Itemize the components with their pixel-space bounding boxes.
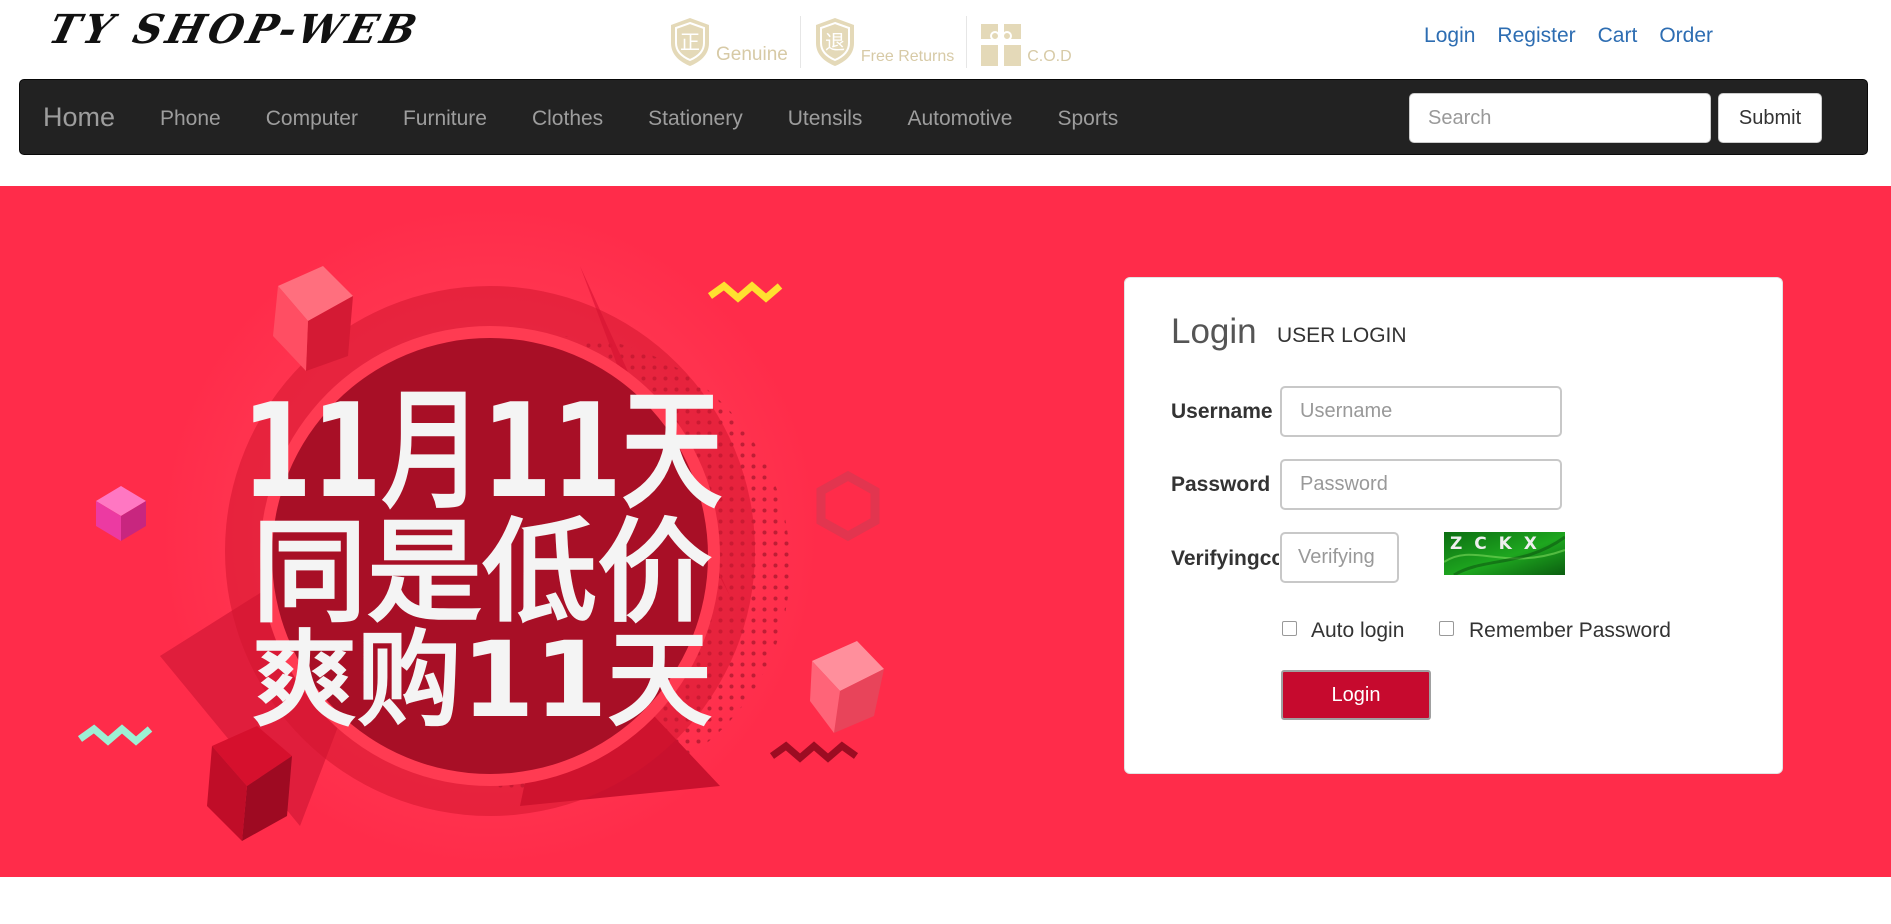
remember-password-checkbox[interactable] [1439,621,1454,636]
login-link[interactable]: Login [1424,24,1475,48]
promo-headline: 11月11天 同是低价 爽购11天 [242,375,722,741]
nav-item-stationery[interactable]: Stationery [648,107,743,131]
nav-home[interactable]: Home [43,102,115,133]
decor-hexagon [816,470,880,542]
badge-free-returns-label: Free Returns [860,48,955,65]
nav-item-automotive[interactable]: Automotive [907,107,1012,131]
password-label: Password [1171,473,1271,496]
genuine-shield-icon: 正 [671,18,709,66]
svg-text:正: 正 [680,30,700,54]
auto-login-label: Auto login [1311,619,1405,642]
decor-zigzag-mint [77,724,153,746]
service-badges: 正 Genuine 退 Free Returns C.O.D [656,16,1084,68]
verify-code-input[interactable] [1280,532,1399,583]
login-button[interactable]: Login [1281,670,1431,720]
nav-item-utensils[interactable]: Utensils [788,107,863,131]
nav-item-clothes[interactable]: Clothes [532,107,603,131]
password-input[interactable] [1280,459,1562,510]
search-input[interactable] [1409,93,1711,143]
cart-link[interactable]: Cart [1598,24,1638,48]
register-link[interactable]: Register [1497,24,1575,48]
svg-text:Z C K X: Z C K X [1450,534,1540,554]
decor-zigzag-yellow [707,281,783,303]
badge-cod: C.O.D [966,16,1083,68]
username-input[interactable] [1280,386,1562,437]
headline-line-1: 11月11天 [242,375,722,527]
badge-genuine-label: Genuine [716,44,788,65]
headline-line-3: 爽购11天 [252,619,712,741]
remember-password-label: Remember Password [1469,619,1671,642]
order-link[interactable]: Order [1659,24,1713,48]
nav-item-computer[interactable]: Computer [266,107,358,131]
captcha-image[interactable]: Z C K X [1444,532,1565,575]
nav-item-sports[interactable]: Sports [1058,107,1119,131]
promo-artwork: 11月11天 同是低价 爽购11天 [77,206,884,866]
decor-cube [810,641,884,733]
decor-cube [96,486,146,541]
badge-cod-label: C.O.D [1027,48,1072,65]
auto-login-checkbox[interactable] [1282,621,1297,636]
top-links: Login Register Cart Order [1424,24,1713,48]
gift-icon [981,24,1022,66]
nav-item-furniture[interactable]: Furniture [403,107,487,131]
decor-zigzag-dark [769,741,859,763]
category-nav: Phone Computer Furniture Clothes Station… [160,107,1163,131]
svg-text:退: 退 [825,30,845,54]
returns-shield-icon: 退 [815,18,854,66]
nav-item-phone[interactable]: Phone [160,107,221,131]
login-subtitle: USER LOGIN [1277,324,1407,347]
search-submit-button[interactable]: Submit [1718,93,1822,143]
verify-code-label: Verifyingcode [1171,547,1279,570]
login-title: Login [1171,312,1257,351]
badge-genuine: 正 Genuine [656,16,800,68]
login-panel: Login USER LOGIN Username Password Verif… [1124,277,1783,774]
badge-free-returns: 退 Free Returns [799,16,966,68]
site-logo[interactable]: TY SHOP-WEB [44,6,425,53]
username-label: Username [1171,400,1273,423]
main-navbar: Home Phone Computer Furniture Clothes St… [19,79,1868,155]
